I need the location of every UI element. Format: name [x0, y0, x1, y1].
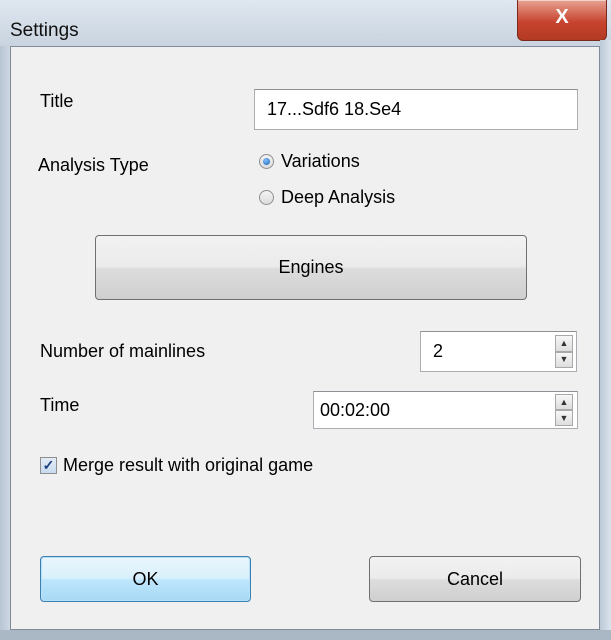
mainlines-label: Number of mainlines — [40, 341, 206, 361]
radio-checked-icon — [259, 154, 274, 169]
window-frame-right — [600, 40, 611, 640]
merge-checkbox[interactable]: ✓ Merge result with original game — [40, 455, 313, 476]
ok-button-label: OK — [132, 569, 159, 589]
cancel-button[interactable]: Cancel — [369, 556, 581, 602]
title-input[interactable]: 17...Sdf6 18.Se4 — [254, 89, 578, 130]
spin-down-icon[interactable]: ▼ — [555, 410, 573, 426]
merge-checkbox-label: Merge result with original game — [63, 455, 314, 475]
time-value: 00:02:00 — [320, 400, 391, 420]
settings-panel: Title 17...Sdf6 18.Se4 Analysis Type Var… — [10, 46, 600, 630]
mainlines-value: 2 — [433, 341, 444, 361]
checkmark-icon: ✓ — [40, 457, 57, 474]
title-label: Title — [40, 91, 74, 111]
radio-deep-analysis[interactable]: Deep Analysis — [259, 187, 395, 208]
spin-up-icon[interactable]: ▲ — [555, 335, 573, 352]
mainlines-stepper[interactable]: ▲ ▼ — [555, 335, 573, 368]
radio-variations-label: Variations — [281, 151, 360, 171]
time-input[interactable]: 00:02:00 — [313, 391, 578, 429]
window-title: Settings — [10, 20, 79, 41]
spin-up-icon[interactable]: ▲ — [555, 394, 573, 410]
close-button[interactable]: X — [517, 0, 607, 41]
radio-variations[interactable]: Variations — [259, 151, 360, 172]
spin-down-icon[interactable]: ▼ — [555, 351, 573, 368]
cancel-button-label: Cancel — [446, 569, 504, 589]
radio-deep-analysis-label: Deep Analysis — [281, 187, 396, 207]
time-stepper[interactable]: ▲ ▼ — [555, 394, 573, 426]
analysis-type-label: Analysis Type — [38, 155, 149, 175]
ok-button[interactable]: OK — [40, 556, 251, 602]
close-icon: X — [555, 6, 569, 28]
radio-unchecked-icon — [259, 190, 274, 205]
engines-button-label: Engines — [278, 257, 344, 277]
window-frame-bottom — [0, 630, 611, 640]
engines-button[interactable]: Engines — [95, 235, 527, 300]
mainlines-input[interactable]: 2 — [420, 331, 577, 372]
window-frame-left — [0, 46, 10, 640]
time-label: Time — [40, 395, 80, 415]
